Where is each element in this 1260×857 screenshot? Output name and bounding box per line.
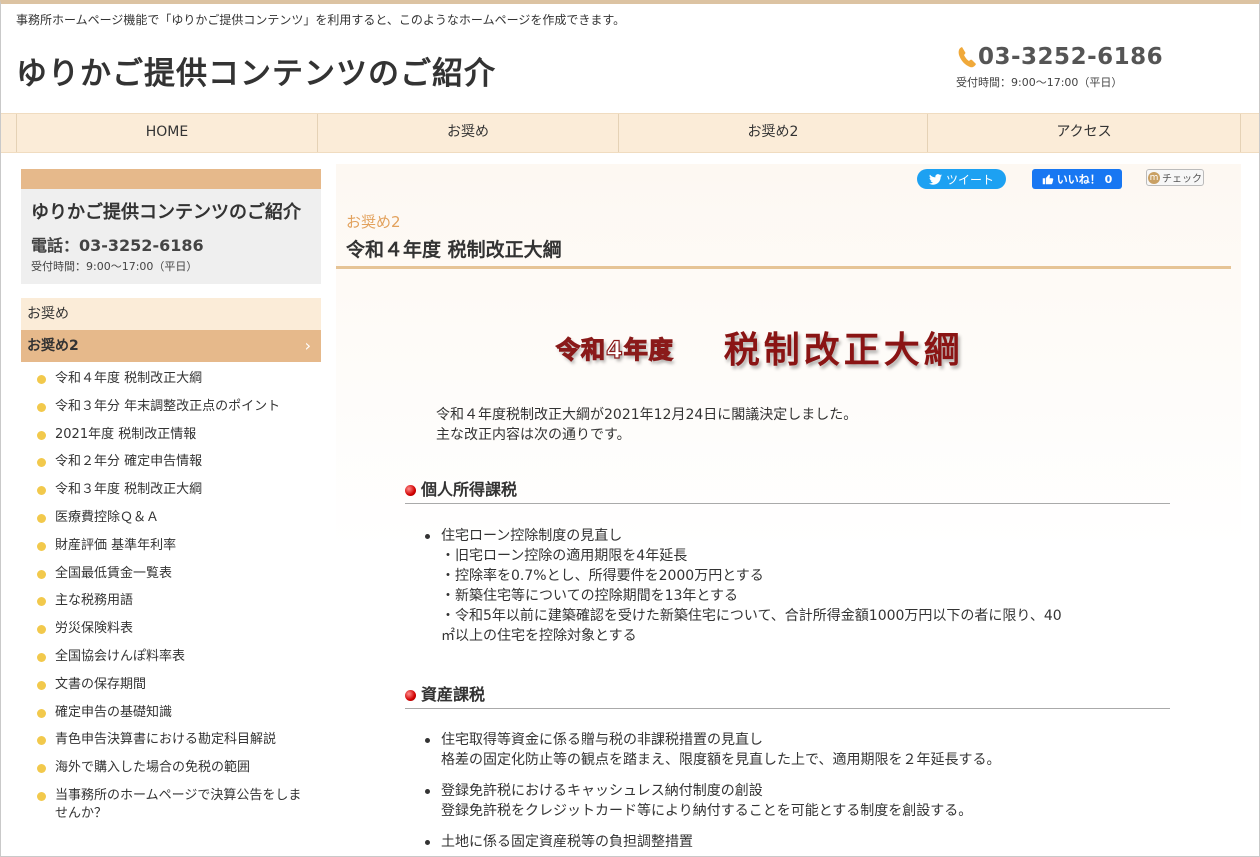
header-hours: 受付時間：9:00～17:00（平日）	[956, 76, 1123, 89]
sidebar-link[interactable]: 2021年度 税制改正情報	[21, 426, 321, 444]
sidebar-menu-recommend[interactable]: お奨め	[21, 298, 321, 330]
bullet-dot-icon	[37, 541, 46, 551]
page-title: 令和４年度 税制改正大綱	[336, 235, 1231, 269]
facebook-like-button[interactable]: いいね！ 0	[1032, 169, 1122, 189]
sidebar-link[interactable]: 労災保険料表	[21, 620, 321, 638]
red-ball-icon	[405, 690, 416, 701]
bullet-dot-icon	[37, 597, 46, 607]
sidebar-link[interactable]: 令和４年度 税制改正大綱	[21, 370, 321, 388]
thumbs-up-icon	[1042, 174, 1054, 185]
sidebar-link[interactable]: 主な税務用語	[21, 592, 321, 610]
sidebar-link[interactable]: 令和２年分 確定申告情報	[21, 453, 321, 471]
bullet-dot-icon	[37, 458, 46, 468]
sidebar-link[interactable]: 青色申告決算書における勘定科目解説	[21, 731, 321, 749]
header-phone-number[interactable]: 03-3252-6186	[978, 44, 1163, 70]
bullet-dot-icon	[37, 791, 46, 801]
mixi-logo-icon: m	[1148, 171, 1160, 184]
sidebar-link[interactable]: 全国協会けんぽ料率表	[21, 648, 321, 666]
intro-text: 令和４年度税制改正大綱が2021年12月24日に閣議決定しました。 主な改正内容…	[436, 407, 858, 443]
chevron-right-icon: ›	[304, 336, 311, 355]
header-phone-block: 03-3252-6186 受付時間：9:00～17:00（平日）	[956, 44, 1163, 90]
sidebar-contact-card: ゆりかご提供コンテンツのご紹介 電話：03-3252-6186 受付時間：9:0…	[21, 189, 321, 284]
bullet-dot-icon	[37, 402, 46, 412]
sidebar-card-title: ゆりかご提供コンテンツのご紹介	[31, 202, 301, 223]
sidebar-card-hours: 受付時間：9:00～17:00（平日）	[31, 260, 198, 273]
sidebar-link[interactable]: 医療費控除Ｑ＆Ａ	[21, 509, 321, 527]
property-tax-list: 住宅取得等資金に係る贈与税の非課税措置の見直し 格差の固定化防止等の観点を踏まえ…	[421, 730, 1161, 856]
bullet-dot-icon	[37, 708, 46, 718]
sidebar-link[interactable]: 文書の保存期間	[21, 676, 321, 694]
section-heading-income-tax: 個人所得課税	[405, 480, 1170, 504]
bullet-dot-icon	[37, 625, 46, 635]
sidebar-link[interactable]: 確定申告の基礎知識	[21, 704, 321, 722]
list-item: 住宅ローン控除制度の見直し ・旧宅ローン控除の適用期限を4年延長 ・控除率を0.…	[421, 526, 1161, 646]
mixi-check-button[interactable]: m チェック	[1146, 169, 1204, 186]
sidebar-link[interactable]: 海外で購入した場合の免税の範囲	[21, 759, 321, 777]
bullet-dot-icon	[37, 375, 46, 384]
sidebar-link[interactable]: 令和３年分 年末調整改正点のポイント	[21, 398, 321, 416]
sidebar-link[interactable]: 当事務所のホームページで決算公告をしませんか？	[21, 787, 311, 823]
header-tagline: 事務所ホームページ機能で「ゆりかご提供コンテンツ」を利用すると、このようなホーム…	[16, 13, 626, 27]
sidebar-link[interactable]: 財産評価 基準年利率	[21, 537, 321, 555]
site-title[interactable]: ゆりかご提供コンテンツのご紹介	[16, 48, 496, 93]
banner-title-text: 税制改正大綱	[723, 330, 964, 371]
phone-icon	[956, 44, 978, 70]
list-item: 土地に係る固定資産税等の負担調整措置	[421, 832, 1161, 852]
global-nav: HOME お奨め お奨め2 アクセス	[1, 113, 1259, 153]
sidebar-link[interactable]: 全国最低賃金一覧表	[21, 565, 321, 583]
red-ball-icon	[405, 485, 416, 496]
bullet-dot-icon	[37, 764, 46, 774]
sidebar-menu-recommend2[interactable]: お奨め2 ›	[21, 330, 321, 362]
list-item: 登録免許税におけるキャッシュレス納付制度の創設 登録免許税をクレジットカード等に…	[421, 781, 1161, 821]
title-banner-image: 令和4年度 税制改正大綱	[555, 322, 964, 372]
breadcrumb[interactable]: お奨め2	[346, 211, 401, 232]
bullet-dot-icon	[37, 652, 46, 662]
bullet-dot-icon	[37, 486, 46, 496]
nav-home[interactable]: HOME	[16, 114, 317, 152]
sidebar-link[interactable]: 令和３年度 税制改正大綱	[21, 481, 321, 499]
sidebar-link-list: 令和４年度 税制改正大綱 令和３年分 年末調整改正点のポイント 2021年度 税…	[21, 370, 321, 823]
sidebar-top-bar	[21, 169, 321, 189]
page-frame: 事務所ホームページ機能で「ゆりかご提供コンテンツ」を利用すると、このようなホーム…	[0, 0, 1260, 857]
sidebar: ゆりかご提供コンテンツのご紹介 電話：03-3252-6186 受付時間：9:0…	[21, 169, 321, 833]
bullet-dot-icon	[37, 513, 46, 523]
bullet-dot-icon	[37, 736, 46, 746]
facebook-like-label: いいね！ 0	[1056, 173, 1113, 186]
banner-year-text: 令和4年度	[555, 335, 674, 364]
main-content: ツイート いいね！ 0 m チェック お奨め2 令和４年度 税制改正大綱 令和4…	[336, 164, 1241, 856]
nav-recommend[interactable]: お奨め	[317, 114, 618, 152]
twitter-bird-icon	[928, 173, 942, 185]
nav-access[interactable]: アクセス	[927, 114, 1241, 152]
section-heading-property-tax: 資産課税	[405, 685, 1170, 709]
bullet-dot-icon	[37, 680, 46, 690]
bullet-dot-icon	[37, 430, 46, 440]
bullet-dot-icon	[37, 569, 46, 579]
tweet-button[interactable]: ツイート	[917, 169, 1006, 189]
nav-recommend2[interactable]: お奨め2	[618, 114, 927, 152]
mixi-check-label: チェック	[1162, 174, 1202, 185]
sidebar-menu-recommend2-label: お奨め2	[27, 338, 79, 354]
sidebar-card-phone[interactable]: 電話：03-3252-6186	[31, 232, 311, 256]
tweet-label: ツイート	[945, 172, 994, 187]
income-tax-list: 住宅ローン控除制度の見直し ・旧宅ローン控除の適用期限を4年延長 ・控除率を0.…	[421, 526, 1161, 656]
list-item: 住宅取得等資金に係る贈与税の非課税措置の見直し 格差の固定化防止等の観点を踏まえ…	[421, 730, 1161, 770]
